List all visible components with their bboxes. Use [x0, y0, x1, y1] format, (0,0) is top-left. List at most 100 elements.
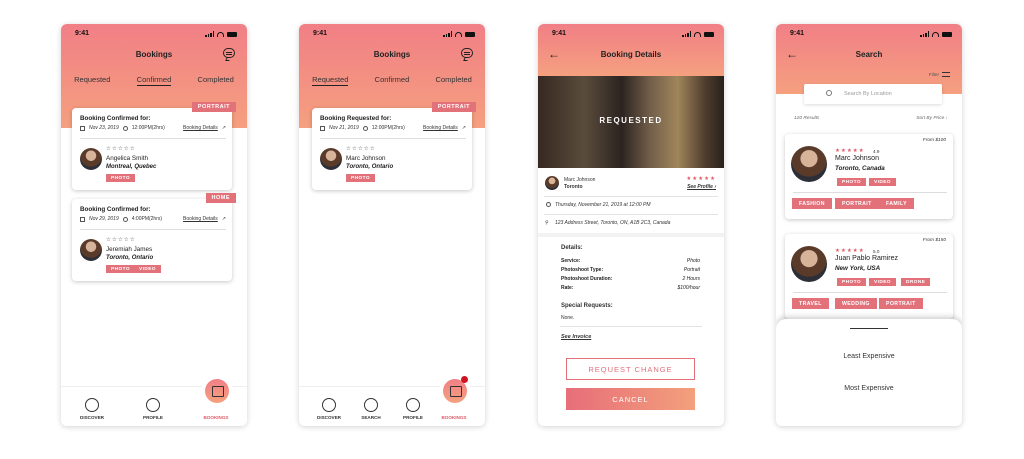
bookings-requested-screen: 9:41 Bookings Requested Confirmed Comple…	[299, 24, 485, 426]
booking-details-link[interactable]: Booking Details	[183, 216, 218, 222]
nav-discover[interactable]: DISCOVER	[74, 398, 110, 420]
cancel-button[interactable]: CANCEL	[566, 388, 695, 410]
avatar	[545, 176, 559, 190]
photographer-city: Toronto	[564, 184, 583, 190]
battery-icon	[465, 31, 475, 37]
rating-value: 5.0	[873, 249, 880, 254]
result-card[interactable]: From $150 ★★★★★ 5.0 Juan Pablo Ramirez N…	[785, 234, 953, 319]
divider	[544, 214, 718, 215]
service-chip: VIDEO	[869, 178, 896, 186]
detail-value: Photo	[686, 258, 700, 264]
nav-discover[interactable]: DISCOVER	[311, 398, 347, 420]
rating-value: 4.9	[873, 149, 880, 154]
photographer-location: Toronto, Canada	[835, 165, 885, 172]
search-input[interactable]: Search By Location	[804, 84, 942, 104]
detail-key: Service:	[561, 258, 581, 264]
nav-profile[interactable]: PROFILE	[135, 398, 171, 420]
result-card[interactable]: From $100 ★★★★★ 4.9 Marc Johnson Toronto…	[785, 134, 953, 219]
divider	[80, 229, 226, 230]
category-tag: PORTRAIT	[431, 102, 476, 112]
divider	[80, 138, 226, 139]
star-rating: ☆☆☆☆☆	[106, 146, 136, 152]
status-bar: 9:41	[552, 30, 714, 40]
service-chip: DRONE	[901, 278, 931, 286]
booking-card[interactable]: HOME Booking Confirmed for: Nov 29, 2019…	[72, 193, 236, 281]
external-link-icon: ↗	[221, 216, 226, 222]
detail-row: Photoshoot Duration: 2 Hours	[561, 276, 700, 282]
tab-confirmed[interactable]: Confirmed	[375, 75, 410, 86]
category-chip: WEDDING	[835, 298, 877, 309]
booking-date: Nov 21, 2019	[329, 125, 359, 131]
pin-icon: ⚲	[545, 220, 549, 226]
booking-details-link[interactable]: Booking Details	[423, 125, 458, 131]
tab-requested[interactable]: Requested	[312, 75, 349, 86]
sort-label: Sort By Price	[916, 116, 945, 121]
filter-icon	[942, 72, 950, 77]
tab-requested[interactable]: Requested	[74, 75, 110, 86]
card-heading: Booking Confirmed for:	[80, 115, 151, 122]
avatar	[80, 239, 102, 261]
divider	[320, 138, 466, 139]
booking-tabs: Requested Confirmed Completed	[299, 75, 485, 86]
booking-card[interactable]: PORTRAIT Booking Requested for: Nov 21, …	[312, 102, 476, 190]
nav-label: PROFILE	[143, 415, 163, 420]
booking-card[interactable]: PORTRAIT Booking Confirmed for: Nov 23, …	[72, 102, 236, 190]
avatar	[320, 148, 342, 170]
service-chip: PHOTO	[346, 174, 375, 182]
service-chip: PHOTO	[837, 178, 866, 186]
star-rating: ★★★★★	[686, 176, 716, 182]
service-chip: VIDEO	[134, 265, 161, 273]
nav-label: PROFILE	[403, 415, 423, 420]
sort-by-price[interactable]: Sort By Price ↓	[916, 116, 948, 121]
detail-value: $100/hour	[677, 285, 700, 291]
tab-completed[interactable]: Completed	[198, 75, 234, 86]
chat-icon[interactable]	[223, 48, 235, 58]
nav-label: DISCOVER	[80, 415, 104, 420]
detail-row: Photoshoot Type: Portrait	[561, 267, 700, 273]
see-invoice-link[interactable]: See Invoice	[561, 334, 591, 340]
wifi-icon	[217, 31, 224, 37]
card-heading: Booking Confirmed for:	[80, 206, 151, 213]
request-change-button[interactable]: REQUEST CHANGE	[566, 358, 695, 380]
sort-option-most-expensive[interactable]: Most Expensive	[776, 385, 962, 392]
compass-icon	[322, 398, 336, 412]
status-label: REQUESTED	[599, 116, 663, 125]
sort-option-least-expensive[interactable]: Least Expensive	[776, 353, 962, 360]
photographer-name: Jeremiah James	[106, 246, 153, 253]
see-profile-link[interactable]: See Profile ›	[687, 184, 716, 190]
see-profile-label: See Profile	[687, 184, 713, 190]
special-requests-value: None.	[561, 315, 575, 321]
nav-search[interactable]: SEARCH	[353, 398, 389, 420]
category-chip: FAMILY	[879, 198, 914, 209]
battery-icon	[704, 31, 714, 37]
category-tag: PORTRAIT	[191, 102, 236, 112]
filter-button[interactable]: Filter	[929, 72, 950, 77]
price: From $150	[922, 238, 946, 243]
photographer-name: Juan Pablo Ramirez	[835, 255, 899, 262]
divider	[544, 196, 718, 197]
booking-time: 12:00PM(2hrs)	[371, 125, 405, 131]
clock-icon	[362, 125, 368, 131]
tab-completed[interactable]: Completed	[436, 75, 472, 86]
chat-icon[interactable]	[461, 48, 473, 58]
service-chip: PHOTO	[106, 174, 135, 182]
wifi-icon	[455, 31, 462, 37]
bookings-fab-icon[interactable]	[205, 379, 229, 403]
nav-profile[interactable]: PROFILE	[395, 398, 431, 420]
booking-date: Nov 29, 2019	[89, 216, 119, 222]
tab-confirmed[interactable]: Confirmed	[136, 75, 172, 86]
photographer-location: Toronto, Ontario	[346, 164, 394, 170]
calendar-icon	[320, 125, 325, 131]
service-chip: PHOTO	[106, 265, 135, 273]
status-icons	[682, 31, 714, 37]
sheet-handle[interactable]	[850, 328, 888, 330]
booking-details-link[interactable]: Booking Details	[183, 125, 218, 131]
notification-dot	[461, 376, 468, 383]
booking-photo: REQUESTED	[538, 76, 724, 168]
nav-label: SEARCH	[361, 415, 381, 420]
profile-icon	[406, 398, 420, 412]
results-count: 120 Results	[794, 116, 820, 121]
calendar-icon	[80, 125, 85, 131]
compass-icon	[85, 398, 99, 412]
star-rating: ☆☆☆☆☆	[106, 237, 136, 243]
